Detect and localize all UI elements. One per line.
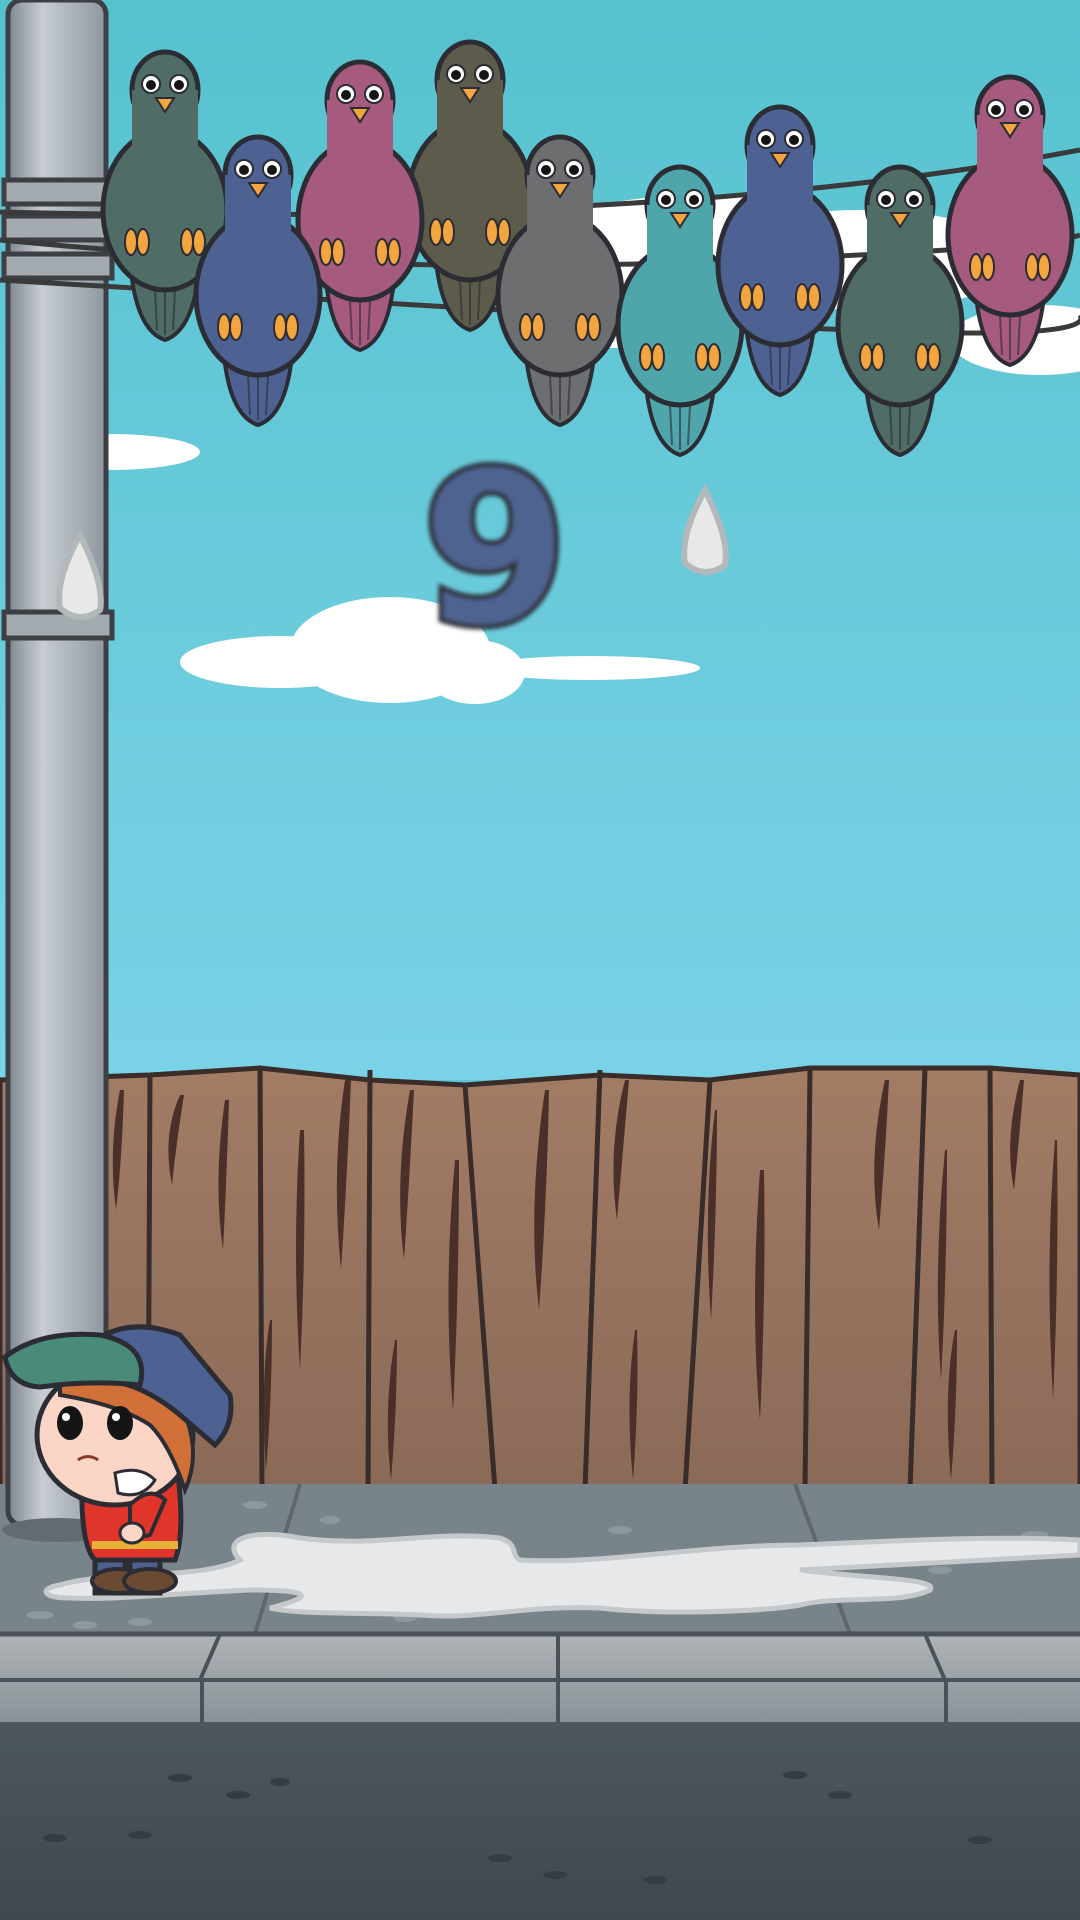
utility-pole xyxy=(1,0,115,1542)
game-scene[interactable]: 9 xyxy=(0,0,1080,1920)
road xyxy=(0,1722,1080,1920)
scene-canvas[interactable] xyxy=(0,0,1080,1920)
